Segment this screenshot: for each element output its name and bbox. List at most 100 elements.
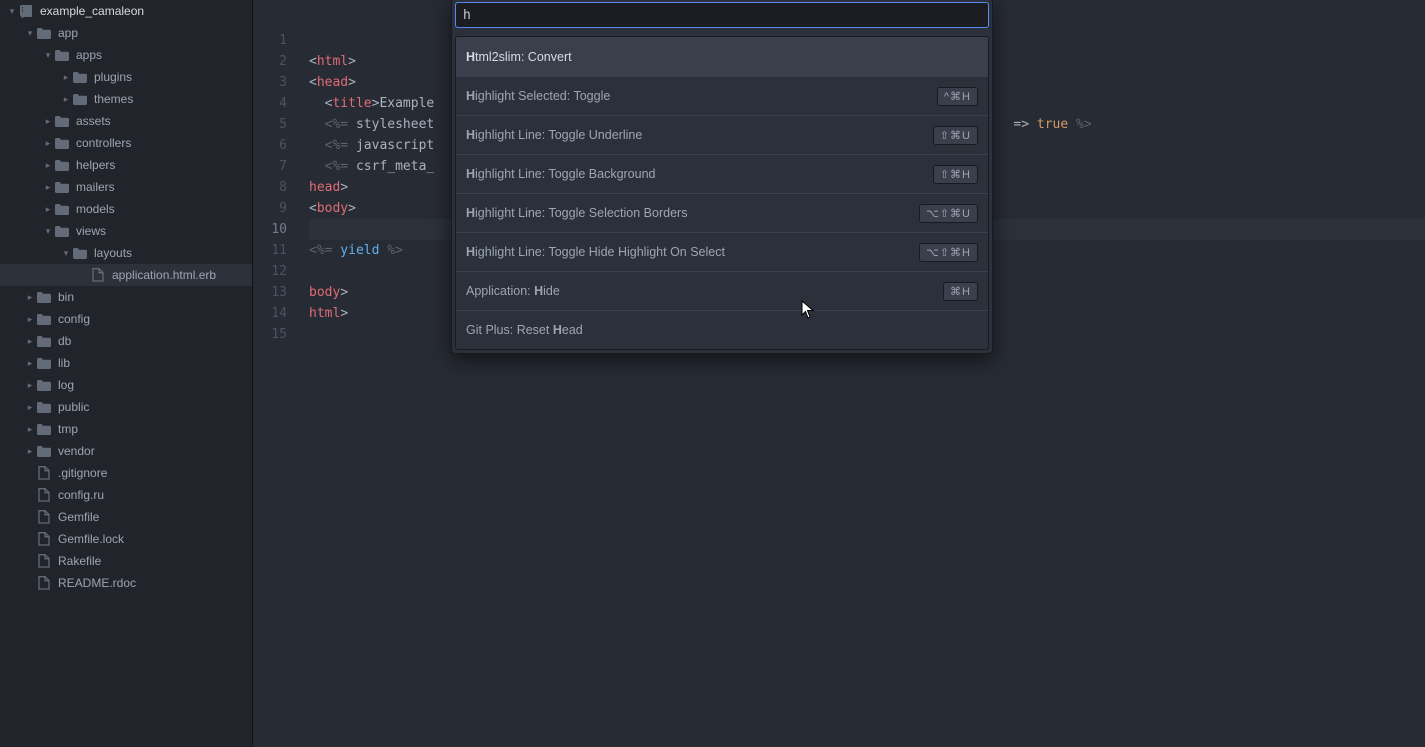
line-number: 8 [253,177,287,198]
command-palette-input[interactable] [455,2,989,28]
file-tree-sidebar: ▾example_camaleon▾app▾apps▸plugins▸theme… [0,0,253,747]
command-palette-item[interactable]: Highlight Line: Toggle Selection Borders… [456,193,988,232]
tree-item-lib[interactable]: ▸lib [0,352,252,374]
folder-icon [72,246,88,260]
tree-item-layouts[interactable]: ▾ layouts [0,242,252,264]
folder-icon [36,378,52,392]
command-palette-item[interactable]: Git Plus: Reset Head [456,310,988,349]
chevron-right-icon: ▸ [24,446,36,457]
tree-item-label: example_camaleon [40,4,144,18]
tree-item-label: layouts [94,246,132,260]
command-palette-item[interactable]: Html2slim: Convert [456,37,988,76]
chevron-right-icon: ▸ [60,94,72,105]
tree-item-application-html-erb[interactable]: application.html.erb [0,264,252,286]
chevron-right-icon: ▸ [42,138,54,149]
tree-item-log[interactable]: ▸ log [0,374,252,396]
tree-item-models[interactable]: ▸models [0,198,252,220]
line-number: 6 [253,135,287,156]
folder-icon [36,400,52,414]
tree-item-label: config [58,312,90,326]
folder-icon [72,92,88,106]
folder-icon [36,26,52,40]
tree-item-plugins[interactable]: ▸plugins [0,66,252,88]
folder-icon [72,70,88,84]
line-number: 11 [253,240,287,261]
tree-item-config[interactable]: ▸ config [0,308,252,330]
command-label: Highlight Selected: Toggle [466,89,610,103]
file-icon [36,554,52,568]
line-number: 3 [253,72,287,93]
tree-item-apps[interactable]: ▾apps [0,44,252,66]
tree-item-mailers[interactable]: ▸ mailers [0,176,252,198]
folder-icon [54,180,70,194]
folder-icon [54,224,70,238]
line-number: 2 [253,51,287,72]
keyboard-shortcut: ^⌘H [937,87,978,106]
tree-item-label: mailers [76,180,115,194]
command-palette-item[interactable]: Application: Hide⌘H [456,271,988,310]
command-label: Html2slim: Convert [466,50,572,64]
command-palette-item[interactable]: Highlight Selected: Toggle ^⌘H [456,76,988,115]
folder-icon [36,290,52,304]
tree-item-label: bin [58,290,74,304]
chevron-right-icon: ▸ [42,204,54,215]
command-label: Application: Hide [466,284,560,298]
tree-item-public[interactable]: ▸ public [0,396,252,418]
tree-item-readme-rdoc[interactable]: README.rdoc [0,572,252,594]
tree-item-themes[interactable]: ▸ themes [0,88,252,110]
tree-item-label: assets [76,114,111,128]
command-label: Highlight Line: Toggle Underline [466,128,642,142]
folder-icon [54,158,70,172]
chevron-right-icon: ▸ [24,292,36,303]
tree-item-gemfile-lock[interactable]: Gemfile.lock [0,528,252,550]
command-label: Highlight Line: Toggle Selection Borders [466,206,687,220]
chevron-right-icon: ▸ [24,314,36,325]
tree-item-helpers[interactable]: ▸helpers [0,154,252,176]
chevron-right-icon: ▸ [24,380,36,391]
command-palette-item[interactable]: Highlight Line: Toggle Background⇧⌘H [456,154,988,193]
chevron-right-icon: ▸ [24,402,36,413]
tree-item-tmp[interactable]: ▸tmp [0,418,252,440]
chevron-right-icon: ▸ [42,182,54,193]
folder-icon [54,136,70,150]
line-number: 9 [253,198,287,219]
tree-item-gemfile[interactable]: Gemfile [0,506,252,528]
tree-item-bin[interactable]: ▸ bin [0,286,252,308]
tree-item-config-ru[interactable]: config.ru [0,484,252,506]
tree-item--gitignore[interactable]: .gitignore [0,462,252,484]
line-number: 1 [253,30,287,51]
command-label: Git Plus: Reset Head [466,323,583,337]
tree-item-label: Gemfile [58,510,99,524]
file-tree[interactable]: ▾example_camaleon▾app▾apps▸plugins▸theme… [0,0,252,594]
keyboard-shortcut: ⇧⌘H [933,165,978,184]
tree-item-app[interactable]: ▾app [0,22,252,44]
chevron-right-icon: ▸ [42,116,54,127]
folder-icon [36,422,52,436]
gutter: 123456789101112131415 [253,30,299,747]
tree-item-label: controllers [76,136,131,150]
file-icon [36,510,52,524]
tree-item-label: themes [94,92,133,106]
chevron-down-icon: ▾ [60,248,72,259]
tree-item-label: log [58,378,74,392]
line-number: 15 [253,324,287,345]
line-number: 14 [253,303,287,324]
tree-item-views[interactable]: ▾views [0,220,252,242]
tree-item-vendor[interactable]: ▸vendor [0,440,252,462]
keyboard-shortcut: ⇧⌘U [933,126,978,145]
folder-icon [36,356,52,370]
tree-item-db[interactable]: ▸db [0,330,252,352]
tree-item-assets[interactable]: ▸ assets [0,110,252,132]
command-palette-item[interactable]: Highlight Line: Toggle Underline ⇧⌘U [456,115,988,154]
command-palette-item[interactable]: Highlight Line: Toggle Hide Highlight On… [456,232,988,271]
tree-item-label: helpers [76,158,115,172]
tree-item-label: db [58,334,71,348]
file-icon [36,532,52,546]
chevron-right-icon: ▸ [60,72,72,83]
tree-item-label: lib [58,356,70,370]
tree-item-rakefile[interactable]: Rakefile [0,550,252,572]
tree-item-controllers[interactable]: ▸ controllers [0,132,252,154]
tree-item-example-camaleon[interactable]: ▾example_camaleon [0,0,252,22]
tree-item-label: public [58,400,89,414]
tree-item-label: config.ru [58,488,104,502]
